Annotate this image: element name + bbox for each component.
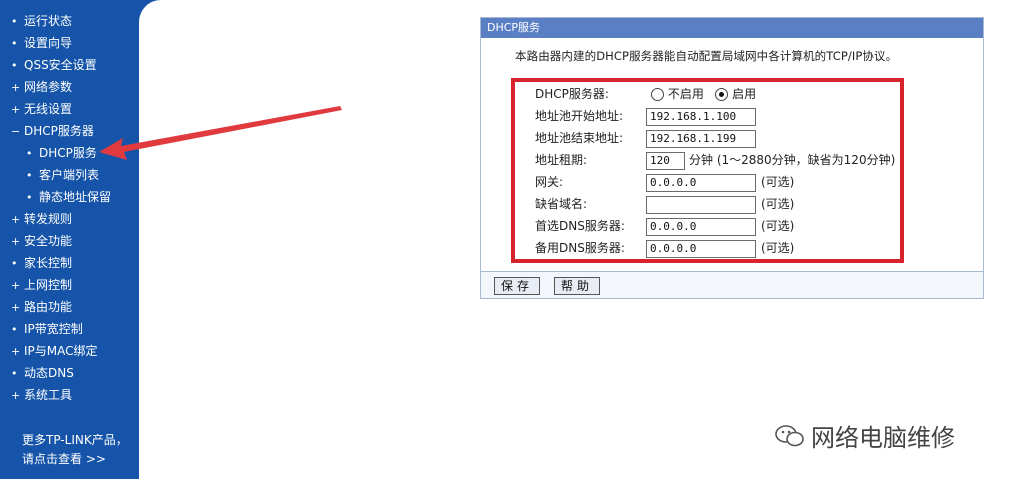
menu-bullet-icon: • — [11, 37, 18, 50]
sidebar-item[interactable]: − DHCP服务器 — [11, 120, 94, 142]
radio-disable-label: 不启用 — [667, 87, 704, 101]
sidebar-item-label: 路由功能 — [24, 300, 73, 314]
sidebar-item[interactable]: + IP与MAC绑定 — [11, 340, 98, 362]
menu-bullet-icon: + — [11, 235, 21, 248]
menu-bullet-icon: • — [26, 169, 33, 182]
panel-description: 本路由器内建的DHCP服务器能自动配置局域网中各计算机的TCP/IP协议。 — [515, 49, 898, 63]
dns2-label: 备用DNS服务器: — [535, 241, 625, 255]
sidebar-item[interactable]: • 动态DNS — [11, 362, 74, 384]
menu-bullet-icon: − — [11, 125, 21, 138]
sidebar-item[interactable]: + 无线设置 — [11, 98, 72, 120]
menu-bullet-icon: + — [11, 103, 21, 116]
menu-bullet-icon: + — [11, 389, 21, 402]
sidebar-item[interactable]: • QSS安全设置 — [11, 54, 97, 76]
sidebar-item[interactable]: + 网络参数 — [11, 76, 72, 98]
lease-input[interactable]: 120 — [646, 152, 685, 170]
sidebar-item-label: 家长控制 — [24, 256, 73, 270]
sidebar-item[interactable]: + 路由功能 — [11, 296, 72, 318]
gateway-optional: (可选) — [761, 175, 795, 189]
annotation-arrow — [99, 106, 342, 160]
sidebar-item-label: 系统工具 — [24, 388, 73, 402]
sidebar-item-label: 上网控制 — [24, 278, 73, 292]
sidebar-item-label: 安全功能 — [24, 234, 73, 248]
dhcp-server-label: DHCP服务器: — [535, 87, 609, 101]
dns1-input[interactable]: 0.0.0.0 — [646, 218, 756, 236]
lease-hint: 分钟 (1～2880分钟，缺省为120分钟) — [689, 153, 896, 167]
wechat-icon — [775, 424, 804, 446]
domain-label: 缺省域名: — [535, 197, 588, 211]
dhcp-server-options: 不启用 启用 — [651, 84, 756, 104]
radio-enable-label: 启用 — [732, 87, 757, 101]
sidebar-item[interactable]: + 上网控制 — [11, 274, 72, 296]
sidebar-item[interactable]: • 家长控制 — [11, 252, 72, 274]
menu-bullet-icon: + — [11, 279, 21, 292]
menu-bullet-icon: • — [26, 147, 33, 160]
sidebar-item[interactable]: • 静态地址保留 — [26, 186, 111, 208]
domain-input[interactable] — [646, 196, 756, 214]
end-address-input[interactable]: 192.168.1.199 — [646, 130, 756, 148]
dns1-label: 首选DNS服务器: — [535, 219, 625, 233]
sidebar-item-label: 网络参数 — [24, 80, 73, 94]
watermark-text: 网络电脑维修 — [811, 424, 955, 452]
panel-footer: 保存 帮助 — [481, 271, 983, 298]
sidebar-item[interactable]: + 系统工具 — [11, 384, 72, 406]
sidebar-item[interactable]: • DHCP服务 — [26, 142, 97, 164]
sidebar-item[interactable]: • IP带宽控制 — [11, 318, 83, 340]
radio-disable[interactable] — [651, 88, 664, 101]
menu-bullet-icon: • — [11, 323, 18, 336]
gateway-input[interactable]: 0.0.0.0 — [646, 174, 756, 192]
promo-line-2[interactable]: 请点击查看 >> — [22, 449, 106, 469]
save-button[interactable]: 保存 — [494, 277, 541, 295]
end-address-label: 地址池结束地址: — [535, 131, 624, 145]
menu-bullet-icon: • — [26, 191, 33, 204]
sidebar-item-label: QSS安全设置 — [24, 58, 97, 72]
sidebar-item[interactable]: + 安全功能 — [11, 230, 72, 252]
sidebar-item-label: 静态地址保留 — [39, 190, 112, 204]
watermark: 网络电脑维修 — [775, 418, 955, 453]
menu-bullet-icon: • — [11, 15, 18, 28]
sidebar-item[interactable]: • 设置向导 — [11, 32, 72, 54]
sidebar-item-label: 运行状态 — [24, 14, 73, 28]
menu-bullet-icon: + — [11, 213, 21, 226]
sidebar-item-label: 无线设置 — [24, 102, 73, 116]
lease-label: 地址租期: — [535, 153, 588, 167]
menu-bullet-icon: + — [11, 345, 21, 358]
arrow-shape — [99, 106, 342, 160]
radio-enable[interactable] — [715, 88, 729, 101]
sidebar-item[interactable]: • 运行状态 — [11, 10, 72, 32]
menu-bullet-icon: • — [11, 59, 18, 72]
dhcp-panel: DHCP服务 本路由器内建的DHCP服务器能自动配置局域网中各计算机的TCP/I… — [480, 17, 984, 299]
menu-bullet-icon: • — [11, 257, 18, 270]
menu-bullet-icon: + — [11, 81, 21, 94]
dns2-optional: (可选) — [761, 241, 795, 255]
help-button[interactable]: 帮助 — [554, 277, 601, 295]
sidebar-item-label: 转发规则 — [24, 212, 73, 226]
sidebar-item-label: DHCP服务器 — [24, 124, 94, 138]
sidebar-item-label: 客户端列表 — [39, 168, 100, 182]
sidebar-item-label: 动态DNS — [24, 366, 74, 380]
sidebar-item[interactable]: • 客户端列表 — [26, 164, 99, 186]
menu-bullet-icon: • — [11, 367, 18, 380]
promo-line-1[interactable]: 更多TP-LINK产品， — [22, 430, 128, 450]
sidebar-item-label: DHCP服务 — [39, 146, 97, 160]
sidebar-item-label: IP带宽控制 — [24, 322, 83, 336]
dns1-optional: (可选) — [761, 219, 795, 233]
menu-bullet-icon: + — [11, 301, 21, 314]
sidebar-item-label: 设置向导 — [24, 36, 73, 50]
domain-optional: (可选) — [761, 197, 795, 211]
gateway-label: 网关: — [535, 175, 564, 189]
dns2-input[interactable]: 0.0.0.0 — [646, 240, 756, 258]
sidebar-item-label: IP与MAC绑定 — [24, 344, 98, 358]
start-address-input[interactable]: 192.168.1.100 — [646, 108, 756, 126]
panel-title: DHCP服务 — [481, 18, 983, 38]
sidebar-item[interactable]: + 转发规则 — [11, 208, 72, 230]
start-address-label: 地址池开始地址: — [535, 109, 624, 123]
